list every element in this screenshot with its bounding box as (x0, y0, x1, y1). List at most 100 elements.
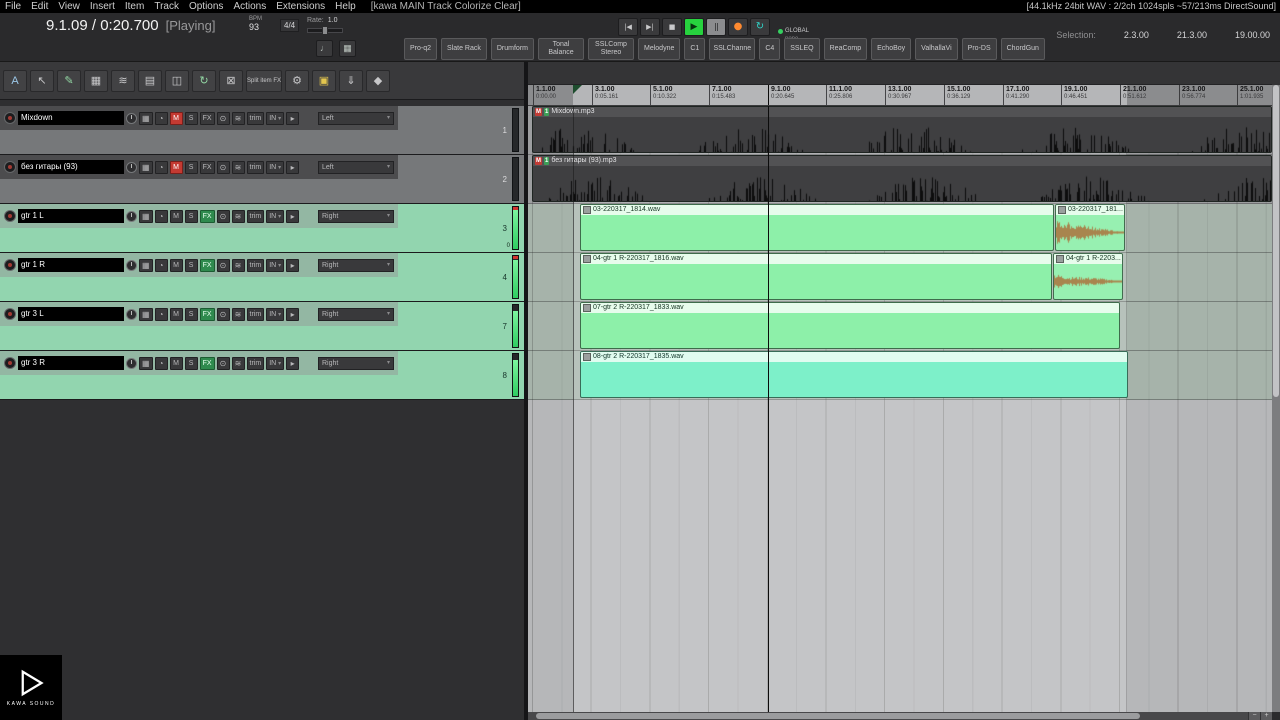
input-button[interactable]: IN ▾ (266, 111, 285, 125)
channel-select[interactable]: Left ▾ (318, 160, 394, 174)
record-arm-button[interactable] (4, 357, 16, 369)
pause-button[interactable]: || (706, 18, 726, 36)
volume-knob[interactable] (126, 357, 137, 369)
mute-button[interactable]: M (169, 160, 183, 174)
phase-button[interactable]: ≋ (231, 356, 245, 370)
zoom-in-button[interactable]: + (1260, 712, 1272, 720)
monitor-button[interactable]: ◔ (154, 258, 168, 272)
tool-pointer-icon[interactable]: ↖ (30, 69, 54, 92)
metronome-icon[interactable]: ♩ (316, 40, 333, 57)
fx-shortcut-button[interactable]: Pro-DS (961, 38, 997, 60)
tool-settings-icon[interactable]: ⚙ (285, 69, 309, 92)
menu-item[interactable]: Extensions (271, 0, 330, 13)
zoom-out-button[interactable]: − (1248, 712, 1260, 720)
phase-button[interactable]: ≋ (231, 209, 245, 223)
media-item[interactable]: 03-220317_181... (1055, 204, 1125, 251)
track-row[interactable]: Mixdown ▦ ◔ M S FX ⊙ ≋ trim IN ▾ ▸ Left (0, 106, 524, 155)
volume-knob[interactable] (126, 210, 137, 222)
tempo-display[interactable]: BPM 93 (249, 16, 262, 32)
horizontal-scrollbar-thumb[interactable] (536, 713, 1140, 719)
tool-pencil-icon[interactable]: ✎ (57, 69, 81, 92)
monitor-icon[interactable]: ▦ (339, 40, 356, 57)
channel-select[interactable]: Right ▾ (318, 356, 394, 370)
envelope-button[interactable]: ⊙ (216, 209, 230, 223)
fx-button[interactable]: FX (199, 111, 215, 125)
fx-shortcut-button[interactable]: SSLChanne (709, 38, 756, 60)
routing-button[interactable]: ▦ (139, 258, 153, 272)
record-arm-button[interactable] (4, 308, 16, 320)
track-row[interactable]: gtr 1 R ▦ ◔ M S FX ⊙ ≋ trim IN ▾ ▸ Right (0, 253, 524, 302)
fx-shortcut-button[interactable]: EchoBoy (871, 38, 912, 60)
record-arm-button[interactable] (4, 210, 16, 222)
volume-knob[interactable] (126, 308, 137, 320)
fx-shortcut-button[interactable]: C1 (684, 38, 706, 60)
play-offset-button[interactable]: ▸ (286, 209, 300, 223)
fx-shortcut-button[interactable]: Pro-q2 (404, 38, 438, 60)
fx-shortcut-button[interactable]: SSLComp Stereo (588, 38, 634, 60)
media-item[interactable]: 03-220317_1814.wav (580, 204, 1054, 251)
time-signature[interactable]: 4/4 (280, 19, 300, 32)
repeat-button[interactable]: ↻ (750, 18, 770, 36)
play-button[interactable]: ▶ (684, 18, 704, 36)
solo-button[interactable]: S (184, 160, 198, 174)
tool-color-icon[interactable]: ▣ (312, 69, 336, 92)
mute-button[interactable]: M (169, 258, 183, 272)
envelope-button[interactable]: ⊙ (216, 307, 230, 321)
solo-button[interactable]: S (184, 111, 198, 125)
play-offset-button[interactable]: ▸ (286, 356, 300, 370)
mute-button[interactable]: M (169, 209, 183, 223)
fx-button[interactable]: FX (199, 356, 215, 370)
monitor-button[interactable]: ◔ (154, 356, 168, 370)
fx-shortcut-button[interactable]: Drumform (490, 38, 534, 60)
menu-item[interactable]: Insert (85, 0, 120, 13)
media-item[interactable]: M 1 без гитары (93).mp3 (532, 155, 1272, 202)
fx-shortcut-button[interactable]: ChordGun (1000, 38, 1045, 60)
tool-lock-icon[interactable]: ⊠ (219, 69, 243, 92)
channel-select[interactable]: Right ▾ (318, 258, 394, 272)
tool-loop-icon[interactable]: ↻ (192, 69, 216, 92)
vertical-scrollbar-thumb[interactable] (1273, 85, 1279, 397)
mute-button[interactable]: M (169, 307, 183, 321)
playback-position[interactable]: 9.1.09 / 0:20.700 [Playing] (46, 17, 215, 34)
fx-shortcut-button[interactable]: SSLEQ (784, 38, 820, 60)
track-name[interactable]: без гитары (93) (18, 160, 124, 174)
menu-item[interactable]: Item (120, 0, 149, 13)
trim-button[interactable]: trim (246, 356, 265, 370)
trim-button[interactable]: trim (246, 160, 265, 174)
input-button[interactable]: IN ▾ (266, 258, 285, 272)
loop-start-marker[interactable] (573, 85, 582, 94)
vertical-scrollbar[interactable] (1272, 85, 1280, 712)
mute-button[interactable]: M (169, 111, 183, 125)
media-item[interactable]: M 1 Mixdown.mp3 (532, 106, 1272, 153)
volume-knob[interactable] (126, 112, 137, 124)
fx-button[interactable]: FX (199, 258, 215, 272)
menu-item[interactable]: Edit (26, 0, 53, 13)
monitor-button[interactable]: ◔ (154, 209, 168, 223)
play-offset-button[interactable]: ▸ (286, 160, 300, 174)
record-button[interactable]: ● (728, 18, 748, 36)
record-arm-button[interactable] (4, 259, 16, 271)
solo-button[interactable]: S (184, 356, 198, 370)
routing-button[interactable]: ▦ (139, 111, 153, 125)
fx-shortcut-button[interactable]: C4 (759, 38, 781, 60)
phase-button[interactable]: ≋ (231, 111, 245, 125)
solo-button[interactable]: S (184, 307, 198, 321)
monitor-button[interactable]: ◔ (154, 307, 168, 321)
timeline-ruler[interactable]: 1.1.00 0:00.00 3.1.00 0:05.161 5.1.00 0:… (528, 85, 1272, 106)
track-name[interactable]: gtr 3 R (18, 356, 124, 370)
record-arm-button[interactable] (4, 161, 16, 173)
input-button[interactable]: IN ▾ (266, 160, 285, 174)
trim-button[interactable]: trim (246, 111, 265, 125)
selection-start[interactable]: 2.3.00 (1124, 30, 1149, 40)
tool-items-icon[interactable]: ▤ (138, 69, 162, 92)
solo-button[interactable]: S (184, 209, 198, 223)
fx-shortcut-button[interactable]: Tonal Balance (538, 38, 584, 60)
volume-knob[interactable] (126, 259, 137, 271)
input-button[interactable]: IN ▾ (266, 209, 285, 223)
fx-shortcut-button[interactable]: Slate Rack (441, 38, 487, 60)
tool-grid-icon[interactable]: ▦ (84, 69, 108, 92)
fx-shortcut-button[interactable]: ReaComp (823, 38, 868, 60)
channel-select[interactable]: Right ▾ (318, 209, 394, 223)
fx-shortcut-button[interactable]: Melodyne (638, 38, 681, 60)
solo-button[interactable]: S (184, 258, 198, 272)
